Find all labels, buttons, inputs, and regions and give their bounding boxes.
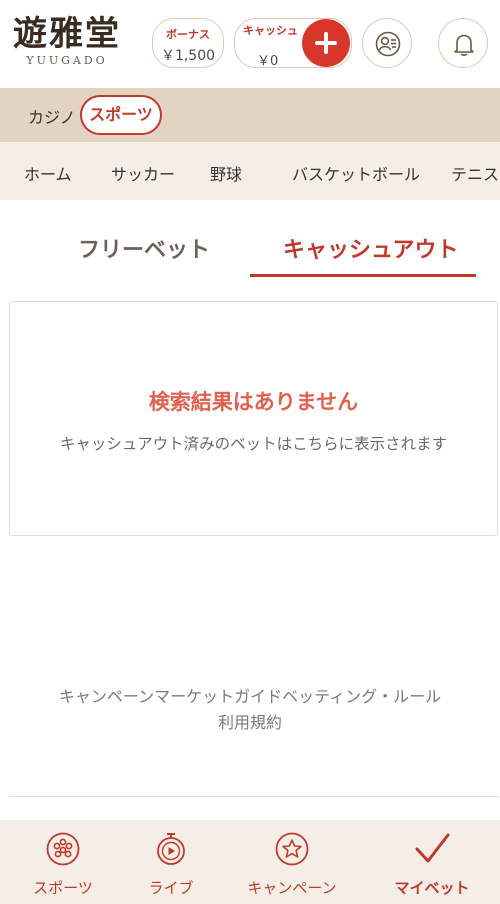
notification-button[interactable] [438,18,488,68]
nav-sports-label: スポーツ [33,879,93,897]
logo-sub-text: YUUGADO [26,54,108,67]
logo[interactable]: 遊雅堂 YUUGADO [12,14,122,74]
tab-casino[interactable]: カジノ [28,104,76,128]
star-icon [275,832,309,866]
logo-main-text: 遊雅堂 [13,14,121,54]
profile-button[interactable] [362,18,412,68]
terms-link[interactable]: 利用規約 [0,710,500,736]
category-tennis[interactable]: テニス [451,161,499,185]
active-tab-indicator [250,274,476,277]
tab-free-bet[interactable]: フリーベット [78,232,210,264]
stopwatch-play-icon [157,833,185,865]
sports-category-nav: ホーム サッカー 野球 バスケットボール テニス [0,142,500,200]
bottom-nav: スポーツ ライブ キャンペーン マイベット [0,820,500,904]
cash-value: ￥0 [257,54,279,68]
category-basketball[interactable]: バスケットボール [292,161,420,185]
empty-state-title: 検索結果はありません [148,390,359,414]
category-soccer[interactable]: サッカー [111,161,175,185]
footer-divider [9,796,498,797]
footer-links: キャンペーンマーケットガイドベッティング・ルール 利用規約 [0,684,500,736]
nav-sports[interactable]: スポーツ [8,820,118,904]
category-baseball[interactable]: 野球 [210,161,242,185]
nav-mybets-label: マイベット [394,879,470,897]
bonus-value: ￥1,500 [160,48,216,64]
soccer-ball-icon [46,832,80,866]
empty-state-description: キャッシュアウト済みのベットはこちらに表示されます [59,435,448,453]
deposit-plus-button[interactable] [302,19,350,67]
nav-campaign[interactable]: キャンペーン [232,820,352,904]
nav-live-label: ライブ [148,879,194,897]
bonus-balance[interactable]: ボーナス ￥1,500 [152,18,224,68]
results-panel: 検索結果はありません キャッシュアウト済みのベットはこちらに表示されます [9,301,498,536]
nav-campaign-label: キャンペーン [247,879,337,897]
footer-links-line[interactable]: キャンペーンマーケットガイドベッティング・ルール [0,684,500,710]
cash-label: キャッシュ [243,24,298,37]
tab-cash-out[interactable]: キャッシュアウト [283,232,459,264]
nav-mybets[interactable]: マイベット [372,820,492,904]
header: 遊雅堂 YUUGADO ボーナス ￥1,500 キャッシュ ￥0 [0,0,500,88]
nav-live[interactable]: ライブ [118,820,224,904]
bell-icon [454,34,474,56]
profile-icon [375,31,401,57]
checkmark-icon [415,833,450,863]
tab-sports[interactable]: スポーツ [80,95,162,135]
category-home[interactable]: ホーム [24,161,72,185]
bonus-label: ボーナス [166,28,210,41]
mode-switch-bar: カジノ スポーツ [0,88,500,142]
